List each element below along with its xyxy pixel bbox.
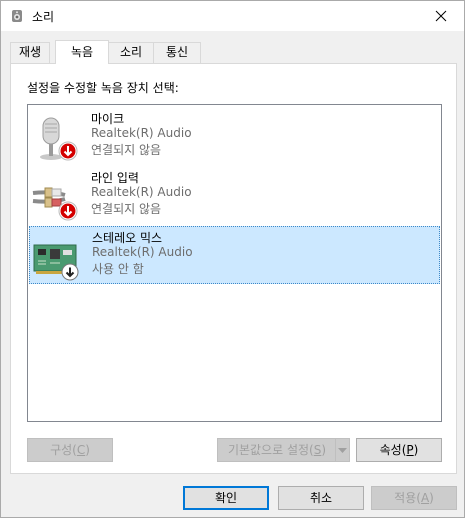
list-item-line-in[interactable]: 라인 입력 Realtek(R) Audio 연결되지 않음	[29, 167, 440, 225]
properties-button[interactable]: 속성(P)	[356, 438, 442, 462]
device-name: 마이크	[91, 112, 125, 126]
list-item-microphone[interactable]: 마이크 Realtek(R) Audio 연결되지 않음	[29, 108, 440, 166]
recording-panel: 설정을 수정할 녹음 장치 선택: 마이크 Realtek(R) Audio 연…	[10, 63, 457, 474]
list-item-stereo-mix[interactable]: 스테레오 믹스 Realtek(R) Audio 사용 안 함	[29, 226, 440, 284]
device-status: 연결되지 않음	[91, 202, 162, 216]
device-driver: Realtek(R) Audio	[91, 185, 192, 199]
set-default-dropdown[interactable]	[335, 438, 350, 462]
close-button[interactable]	[418, 1, 464, 31]
window-title: 소리	[32, 10, 55, 24]
device-status: 사용 안 함	[92, 262, 144, 276]
microphone-icon	[31, 114, 81, 162]
recording-device-list[interactable]: 마이크 Realtek(R) Audio 연결되지 않음 라인 입력 Realt…	[27, 104, 442, 422]
tab-communications[interactable]: 통신	[153, 42, 201, 63]
ok-button[interactable]: 확인	[183, 486, 269, 510]
device-name: 라인 입력	[91, 171, 139, 185]
device-name: 스테레오 믹스	[92, 231, 163, 245]
device-status: 연결되지 않음	[91, 143, 162, 157]
device-select-prompt: 설정을 수정할 녹음 장치 선택:	[27, 81, 179, 95]
device-driver: Realtek(R) Audio	[92, 245, 193, 259]
line-in-icon	[31, 173, 81, 221]
title-bar: 소리	[1, 1, 464, 31]
apply-button[interactable]: 적용(A)	[371, 486, 457, 510]
tab-recording[interactable]: 녹음	[55, 40, 109, 64]
sound-card-icon	[32, 233, 82, 281]
speaker-icon	[10, 9, 24, 23]
close-icon	[435, 10, 447, 22]
device-driver: Realtek(R) Audio	[91, 126, 192, 140]
chevron-down-icon	[338, 448, 347, 453]
tab-sounds[interactable]: 소리	[108, 42, 154, 63]
set-default-button[interactable]: 기본값으로 설정(S)	[217, 438, 336, 462]
cancel-button[interactable]: 취소	[278, 486, 364, 510]
sound-dialog: 소리 재생 녹음 소리 통신 설정을 수정할 녹음 장치 선택: 마이크 Rea…	[0, 0, 465, 518]
tab-playback[interactable]: 재생	[10, 42, 50, 63]
configure-button[interactable]: 구성(C)	[27, 438, 113, 462]
